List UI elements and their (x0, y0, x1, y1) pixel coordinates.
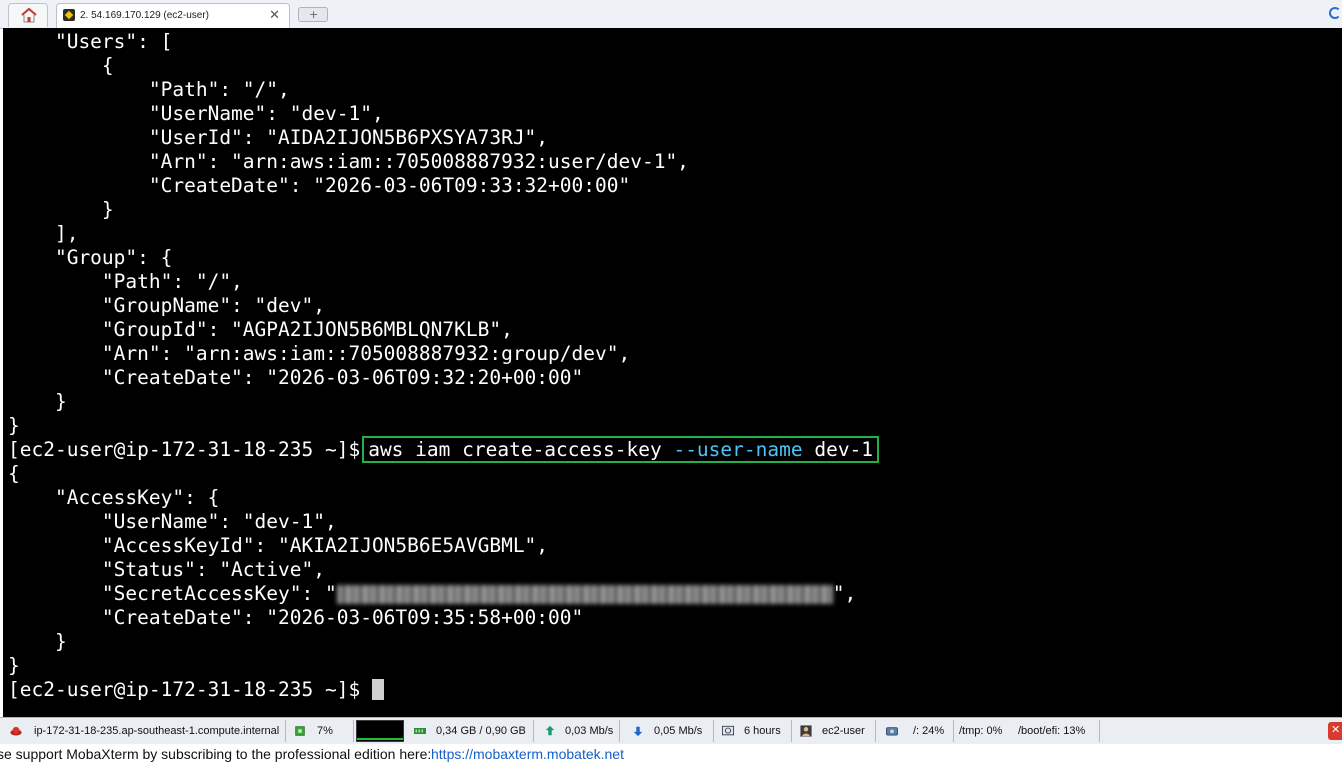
highlighted-command: aws iam create-access-key --user-name de… (362, 436, 880, 463)
terminal-line: "Path": "/", (8, 270, 243, 293)
command-line: [ec2-user@ip-172-31-18-235 ~]$ aws iam cr… (8, 436, 880, 463)
text-cursor (371, 678, 384, 700)
status-bar: ip-172-31-18-235.ap-southeast-1.compute.… (0, 717, 1342, 744)
mobaxterm-link[interactable]: https://mobaxterm.mobatek.net (431, 744, 624, 764)
terminal-line: "Group": { (8, 246, 173, 269)
terminal-line: { (8, 462, 20, 485)
terminal-line: "UserName": "dev-1", (8, 510, 337, 533)
terminal-line: "Path": "/", (8, 78, 290, 101)
terminal-line: "UserName": "dev-1", (8, 102, 384, 125)
terminal[interactable]: "Users": [ { "Path": "/", "UserName": "d… (3, 28, 1342, 717)
monitor-clock-icon (722, 725, 734, 736)
tab-session[interactable]: 2. 54.169.170.129 (ec2-user) ✕ (56, 3, 290, 28)
terminal-line: "Status": "Active", (8, 558, 325, 581)
status-disk-tmp[interactable]: /tmp: 0% (954, 720, 1014, 742)
terminal-line: "Users": [ (8, 30, 173, 53)
disk-icon (886, 727, 898, 736)
status-uptime[interactable]: 6 hours (714, 720, 792, 742)
busy-indicator-icon (1329, 7, 1341, 19)
terminal-line: ], (8, 222, 79, 245)
command-text: aws iam create-access-key (368, 438, 674, 461)
status-hostname[interactable]: ip-172-31-18-235.ap-southeast-1.compute.… (4, 720, 286, 742)
secret-key-end: ", (832, 582, 857, 605)
user-icon (800, 725, 812, 737)
terminal-line: "CreateDate": "2026-03-06T09:32:20+00:00… (8, 366, 584, 389)
download-arrow-icon (633, 726, 643, 737)
new-tab-button[interactable]: + (298, 7, 328, 22)
terminal-line: } (8, 414, 20, 437)
shell-prompt: [ec2-user@ip-172-31-18-235 ~]$ (8, 678, 372, 701)
terminal-line: "AccessKeyId": "AKIA2IJON5B6E5AVGBML", (8, 534, 549, 557)
terminal-line: "Arn": "arn:aws:iam::705008887932:group/… (8, 342, 631, 365)
upload-arrow-icon (545, 725, 555, 736)
command-argument: dev-1 (802, 438, 874, 461)
cpu-icon (295, 726, 305, 736)
cpu-graph (356, 720, 404, 742)
status-user[interactable]: ec2-user (792, 720, 876, 742)
close-session-button[interactable]: ✕ (1328, 722, 1342, 740)
terminal-line: "CreateDate": "2026-03-06T09:33:32+00:00… (8, 174, 631, 197)
terminal-line: "GroupId": "AGPA2IJON5B6MBLQN7KLB", (8, 318, 513, 341)
terminal-line: "AccessKey": { (8, 486, 220, 509)
command-option: --user-name (673, 438, 803, 461)
tab-bar: 2. 54.169.170.129 (ec2-user) ✕ + (0, 0, 1342, 29)
terminal-line: } (8, 630, 67, 653)
home-tab[interactable] (8, 3, 48, 27)
status-disk-root[interactable]: /: 24% (876, 720, 954, 742)
shell-prompt: [ec2-user@ip-172-31-18-235 ~]$ (8, 438, 361, 461)
terminal-line: "GroupName": "dev", (8, 294, 325, 317)
secret-key-line: "SecretAccessKey": " ", (8, 582, 856, 606)
status-cpu[interactable]: 7% (286, 720, 354, 742)
prompt-line: [ec2-user@ip-172-31-18-235 ~]$ (8, 678, 384, 702)
status-disk-boot[interactable]: /boot/efi: 13% (1014, 720, 1100, 742)
secret-key-label: "SecretAccessKey": " (8, 582, 337, 605)
redacted-secret (336, 585, 833, 604)
terminal-line: "Arn": "arn:aws:iam::705008887932:user/d… (8, 150, 689, 173)
ssh-session-icon (63, 9, 75, 21)
close-tab-icon[interactable]: ✕ (269, 7, 280, 23)
terminal-line: } (8, 390, 67, 413)
status-download[interactable]: 0,05 Mb/s (620, 720, 714, 742)
close-icon: ✕ (1331, 723, 1341, 736)
memory-icon (414, 728, 426, 734)
home-icon (21, 7, 37, 23)
status-memory[interactable]: 0,34 GB / 0,90 GB (408, 720, 534, 742)
redhat-icon (10, 726, 22, 736)
terminal-line: "CreateDate": "2026-03-06T09:35:58+00:00… (8, 606, 584, 629)
terminal-line: } (8, 654, 20, 677)
plus-icon: + (309, 8, 319, 21)
terminal-line: "UserId": "AIDA2IJON5B6PXSYA73RJ", (8, 126, 549, 149)
promo-text: se support MobaXterm by subscribing to t… (0, 746, 432, 762)
promo-footer: se support MobaXterm by subscribing to t… (0, 744, 1342, 764)
status-upload[interactable]: 0,03 Mb/s (534, 720, 620, 742)
terminal-line: { (8, 54, 114, 77)
terminal-line: } (8, 198, 114, 221)
tab-session-label: 2. 54.169.170.129 (ec2-user) (80, 10, 209, 21)
